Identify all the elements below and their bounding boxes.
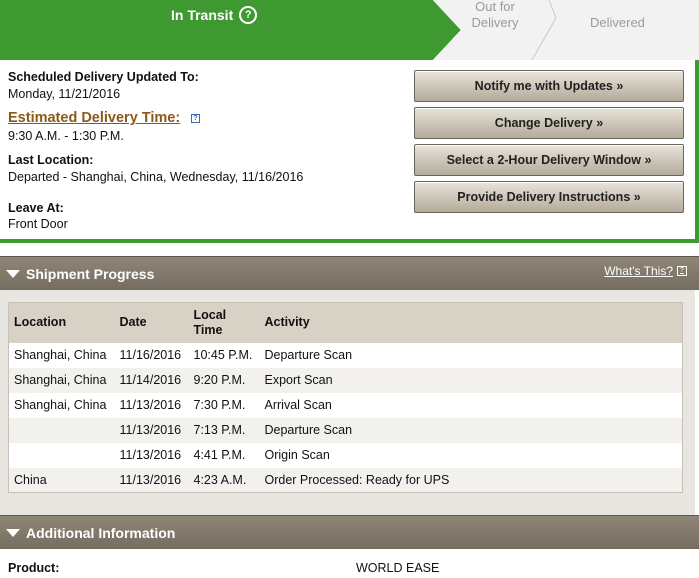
collapse-triangle-icon[interactable] [6,269,20,278]
whats-this-label[interactable]: What's This? [604,264,673,278]
delivery-summary: Scheduled Delivery Updated To: Monday, 1… [0,60,699,243]
cell-date: 11/14/2016 [119,373,182,387]
leave-at-label: Leave At: [8,201,64,215]
progress-step-out-for-delivery: Out for Delivery [460,0,530,31]
table-row: Shanghai, China 11/13/2016 7:30 P.M. Arr… [9,393,683,418]
cell-location [9,418,115,443]
table-row: 11/13/2016 4:41 P.M. Origin Scan [9,443,683,468]
shipment-progress-body: Location Date Local Time Activity Shangh… [0,290,695,516]
delivery-window-button[interactable]: Select a 2-Hour Delivery Window » [414,144,684,176]
scheduled-delivery-value: Monday, 11/21/2016 [8,87,121,101]
table-row: 11/13/2016 7:13 P.M. Departure Scan [8,417,683,443]
cell-location: Shanghai, China [14,373,107,387]
cell-activity: Origin Scan [264,448,330,462]
collapse-triangle-icon[interactable] [6,528,20,537]
cell-time: 7:30 P.M. [193,398,246,412]
section-title: Additional Information [26,524,176,541]
step-label-out-for-delivery: Out for Delivery [471,0,519,30]
tracking-progress-bar: In Transit ? Out for Delivery Delivered [0,0,699,60]
notify-updates-button[interactable]: Notify me with Updates » [414,70,684,102]
column-header: Date [119,315,147,330]
shipment-progress-table: Location Date Local Time Activity Shangh… [8,302,683,493]
column-header: Local Time [193,307,227,337]
cell-date: 11/13/2016 [119,398,182,412]
product-label: Product: [8,561,60,575]
section-title: Shipment Progress [26,265,155,282]
cell-activity: Export Scan [264,373,333,387]
cell-time: 9:20 P.M. [193,373,246,387]
cell-time: 7:13 P.M. [193,423,246,437]
cell-location: Shanghai, China [14,398,107,412]
help-icon[interactable]: ? [677,266,687,276]
column-header: Activity [264,315,310,330]
cell-date: 11/13/2016 [119,423,182,437]
help-icon[interactable]: ? [191,114,200,123]
table-header-row: Location Date Local Time Activity [8,302,683,343]
table-row: China 11/13/2016 4:23 A.M. Order Process… [8,467,683,493]
last-location-label: Last Location: [8,153,94,167]
cell-time: 4:23 A.M. [193,472,247,487]
cell-date: 11/13/2016 [119,472,182,487]
shipment-progress-header[interactable]: Shipment Progress What's This? ? [0,256,699,290]
change-delivery-button[interactable]: Change Delivery » [414,107,684,139]
table-row: Shanghai, China 11/14/2016 9:20 P.M. Exp… [8,367,683,393]
cell-location [9,443,115,468]
estimated-delivery-value: 9:30 A.M. - 1:30 P.M. [8,129,124,143]
column-header: Location [14,315,67,330]
last-location-value: Departed - Shanghai, China, Wednesday, 1… [8,170,304,184]
whats-this-link[interactable]: What's This? ? [604,264,687,278]
product-value: WORLD EASE [356,561,440,575]
additional-info-header[interactable]: Additional Information [0,515,699,549]
cell-location: China [14,472,47,487]
progress-chevrons [431,0,557,60]
cell-activity: Order Processed: Ready for UPS [264,472,450,487]
table-row: Shanghai, China 11/16/2016 10:45 P.M. De… [9,343,683,368]
cell-activity: Departure Scan [264,348,353,362]
cell-date: 11/16/2016 [119,348,182,362]
cell-activity: Departure Scan [264,423,353,437]
progress-step-delivered: Delivered [590,15,645,30]
cell-date: 11/13/2016 [119,448,182,462]
leave-at-value: Front Door [8,217,68,231]
estimated-delivery-link[interactable]: Estimated Delivery Time: [8,110,180,126]
cell-activity: Arrival Scan [264,398,332,412]
cell-time: 10:45 P.M. [193,348,253,362]
cell-location: Shanghai, China [14,348,107,362]
scheduled-delivery-label: Scheduled Delivery Updated To: [8,70,199,84]
delivery-instructions-button[interactable]: Provide Delivery Instructions » [414,181,684,213]
cell-time: 4:41 P.M. [193,448,246,462]
